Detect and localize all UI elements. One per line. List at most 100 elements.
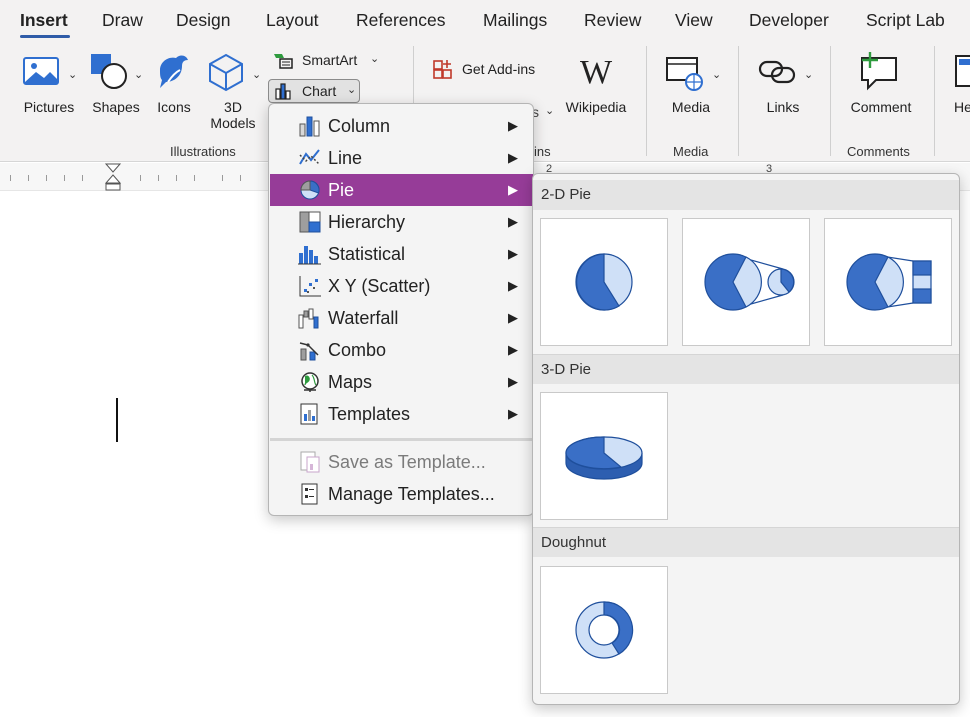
ribbon-separator (934, 46, 935, 156)
menu-item-manage-templates[interactable]: Manage Templates... (270, 478, 533, 510)
chart-option-pie-of-pie[interactable] (682, 218, 810, 346)
ruler-tick (28, 175, 29, 181)
chart-option-3d-pie[interactable] (540, 392, 668, 520)
section-header-label: Doughnut (541, 534, 607, 551)
ribbon-tab-bar: Insert Draw Design Layout References Mai… (0, 0, 970, 40)
ruler-tick (64, 175, 65, 181)
tab-design[interactable]: Design (176, 10, 230, 31)
menu-item-line[interactable]: Line ▶ (270, 142, 533, 174)
bird-icon (160, 55, 188, 88)
menu-item-column[interactable]: Column ▶ (270, 110, 533, 142)
menu-item-save-as-template[interactable]: Save as Template... (270, 446, 533, 478)
icons-label: Icons (157, 99, 191, 115)
chevron-down-icon: ⌄ (134, 69, 144, 81)
chevron-down-icon: ⌄ (545, 105, 555, 117)
manage-templates-icon (301, 483, 318, 505)
pie-submenu: 2-D Pie 3-D Pie Doughnut (532, 173, 960, 705)
links-label: Links (766, 99, 800, 115)
pictures-button[interactable]: ⌄ Pictures (18, 52, 80, 118)
header-button[interactable]: He (946, 52, 970, 118)
media-button[interactable]: ⌄ Media (660, 52, 722, 118)
tab-references[interactable]: References (356, 10, 446, 31)
column-chart-icon (299, 116, 320, 137)
smartart-button[interactable]: SmartArt ⌄ (270, 50, 386, 72)
chart-button[interactable]: Chart ⌄ (268, 79, 360, 103)
text-cursor (116, 398, 118, 442)
get-addins-label: Get Add-ins (462, 61, 536, 77)
menu-item-label: Column (328, 116, 391, 136)
3d-models-label-line1: 3D (224, 99, 242, 115)
menu-item-statistical[interactable]: Statistical ▶ (270, 238, 533, 270)
shapes-label: Shapes (92, 99, 140, 115)
menu-item-hierarchy[interactable]: Hierarchy ▶ (270, 206, 533, 238)
chart-option-pie[interactable] (540, 218, 668, 346)
line-chart-icon (299, 149, 320, 165)
header-icon (955, 55, 970, 87)
section-header-label: 2-D Pie (541, 186, 592, 203)
smartart-icon (274, 54, 293, 69)
menu-item-xy-scatter[interactable]: X Y (Scatter) ▶ (270, 270, 533, 302)
tab-layout[interactable]: Layout (266, 10, 319, 31)
menu-item-label: Templates (328, 404, 411, 424)
menu-item-label: Waterfall (328, 308, 399, 328)
get-addins-button[interactable]: Get Add-ins (430, 58, 548, 80)
comment-label: Comment (850, 99, 912, 115)
menu-item-label: X Y (Scatter) (328, 276, 431, 296)
chart-option-doughnut[interactable] (540, 566, 668, 694)
chart-type-menu: Column ▶ Line ▶ Pie ▶ Hierarchy ▶ Statis… (268, 103, 534, 516)
submenu-arrow-icon: ▶ (508, 150, 518, 165)
bar-chart-icon (275, 83, 291, 100)
tab-mailings[interactable]: Mailings (483, 10, 547, 31)
shapes-icon (91, 54, 127, 89)
wikipedia-icon: W (579, 54, 613, 91)
tab-view[interactable]: View (675, 10, 713, 31)
menu-separator (270, 438, 533, 441)
links-button[interactable]: ⌄ Links (752, 52, 814, 118)
submenu-arrow-icon: ▶ (508, 278, 518, 293)
menu-item-pie[interactable]: Pie ▶ (270, 174, 533, 206)
ruler-tick (176, 175, 177, 181)
menu-item-templates[interactable]: Templates ▶ (270, 398, 533, 430)
wikipedia-button[interactable]: W Wikipedia (560, 52, 632, 118)
combo-chart-icon (299, 342, 319, 361)
submenu-arrow-icon: ▶ (508, 246, 518, 261)
3d-models-label-line2: Models (210, 115, 256, 131)
submenu-arrow-icon: ▶ (508, 374, 518, 389)
icons-button[interactable]: Icons (152, 52, 196, 118)
menu-item-waterfall[interactable]: Waterfall ▶ (270, 302, 533, 334)
submenu-arrow-icon: ▶ (508, 118, 518, 133)
tab-draw[interactable]: Draw (102, 10, 143, 31)
menu-item-label: Maps (328, 372, 373, 392)
3d-models-button[interactable]: ⌄ 3D Models (202, 52, 264, 132)
tab-script-lab[interactable]: Script Lab (866, 10, 945, 31)
indent-marker-icon[interactable] (105, 163, 121, 191)
group-label-media: Media (673, 144, 709, 159)
menu-item-combo[interactable]: Combo ▶ (270, 334, 533, 366)
submenu-arrow-icon: ▶ (508, 342, 518, 357)
statistical-chart-icon (298, 246, 321, 265)
smartart-label: SmartArt (302, 52, 358, 68)
chevron-down-icon: ⌄ (370, 53, 380, 65)
chevron-down-icon: ⌄ (712, 69, 722, 81)
header-label: He (954, 99, 970, 115)
menu-item-maps[interactable]: Maps ▶ (270, 366, 533, 398)
tab-developer[interactable]: Developer (749, 10, 829, 31)
submenu-arrow-icon: ▶ (508, 406, 518, 421)
pie-of-pie-thumbnail-icon (704, 253, 795, 311)
ribbon-separator (646, 46, 647, 156)
pie-chart-icon (300, 180, 320, 200)
chevron-down-icon: ⌄ (252, 69, 262, 81)
media-icon (666, 57, 703, 91)
hierarchy-chart-icon (299, 211, 321, 233)
globe-icon (301, 372, 319, 392)
ribbon-separator (738, 46, 739, 156)
tab-insert[interactable]: Insert (20, 10, 68, 31)
templates-icon (300, 403, 318, 425)
chart-option-bar-of-pie[interactable] (824, 218, 952, 346)
chevron-down-icon: ⌄ (804, 69, 814, 81)
ruler-tick (82, 175, 83, 181)
shapes-button[interactable]: ⌄ Shapes (86, 52, 146, 118)
group-label-illustrations: Illustrations (170, 144, 236, 159)
comment-button[interactable]: Comment (844, 52, 918, 118)
tab-review[interactable]: Review (584, 10, 641, 31)
